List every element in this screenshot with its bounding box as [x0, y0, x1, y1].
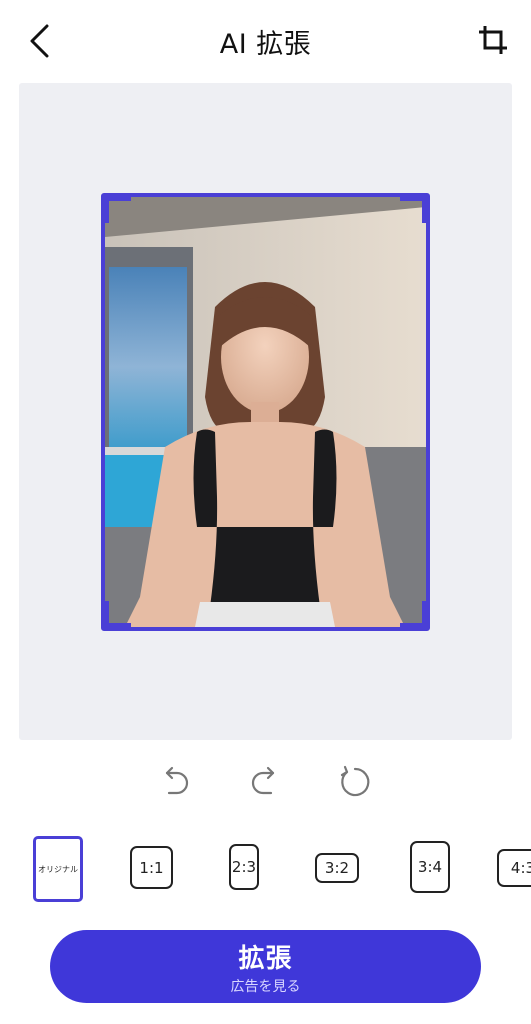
top-bar: AI 拡張 [0, 0, 531, 80]
redo-button[interactable] [243, 760, 287, 804]
corner-handle-bottom-right-v[interactable] [422, 601, 426, 627]
reset-button[interactable] [333, 760, 377, 804]
ratio-option-4-3[interactable]: 4:3 [497, 849, 531, 887]
corner-handle-bottom-left-v[interactable] [105, 601, 109, 627]
ratio-label: オリジナル [38, 864, 78, 874]
ratio-option-3-4[interactable]: 3:4 [410, 841, 450, 893]
ratio-label: 1:1 [139, 858, 164, 877]
ratio-option-1-1[interactable]: 1:1 [130, 846, 173, 889]
crop-icon [479, 26, 507, 54]
corner-handle-top-left-v[interactable] [105, 197, 109, 223]
history-controls [0, 760, 531, 804]
photo-image [105, 197, 426, 627]
reset-icon [340, 765, 370, 797]
ratio-label: 3:4 [417, 858, 443, 876]
undo-button[interactable] [153, 760, 197, 804]
expand-button-label: 拡張 [238, 944, 293, 974]
ratio-option-original[interactable]: オリジナル [33, 836, 83, 902]
ratio-option-2-3[interactable]: 2:3 [229, 844, 259, 890]
page-title: AI 拡張 [219, 29, 312, 60]
expand-button[interactable]: 拡張 広告を見る [50, 930, 481, 1003]
redo-icon [251, 766, 275, 795]
ratio-selector: オリジナル 1:1 2:3 3:2 3:4 4:3 [0, 832, 531, 906]
ratio-label: 4:3 [510, 859, 531, 877]
photo-frame[interactable] [101, 193, 430, 631]
ratio-option-3-2[interactable]: 3:2 [315, 853, 359, 883]
ratio-label: 3:2 [324, 859, 350, 877]
ratio-label: 2:3 [231, 858, 257, 876]
crop-button[interactable] [475, 22, 511, 58]
expand-button-sublabel: 広告を見る [230, 979, 301, 995]
corner-handle-top-right-v[interactable] [422, 197, 426, 223]
undo-icon [165, 766, 189, 795]
